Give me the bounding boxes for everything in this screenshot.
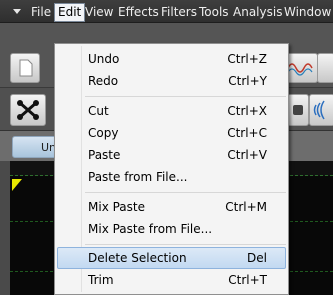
menu-view[interactable]: View (85, 4, 113, 20)
menu-item-shortcut: Ctrl+V (227, 148, 267, 162)
menu-item-shortcut: Ctrl+C (227, 126, 267, 140)
menu-separator (85, 192, 286, 193)
crossfade-icon (17, 100, 39, 120)
menu-item-cut[interactable]: Cut Ctrl+X (57, 100, 286, 122)
waveform-icon (287, 63, 313, 76)
menu-item-trim[interactable]: Trim Ctrl+T (57, 269, 286, 291)
hand-tool-button[interactable] (287, 94, 309, 126)
menu-bar: File Edit View Effects Filters Tools Ana… (0, 0, 333, 23)
menu-item-label: Redo (88, 74, 119, 88)
menu-item-label: Undo (88, 52, 120, 66)
menu-item-shortcut: Del (247, 251, 267, 265)
menu-item-shortcut: Ctrl+X (227, 104, 267, 118)
menu-item-label: Mix Paste from File... (88, 222, 213, 236)
menu-item-paste-from-file[interactable]: Paste from File... (57, 166, 286, 188)
hand-icon (293, 105, 303, 115)
playhead-marker[interactable] (12, 179, 22, 191)
menu-item-shortcut: Ctrl+M (225, 200, 267, 214)
menu-separator (85, 96, 286, 97)
menu-item-shortcut: Ctrl+Y (228, 74, 267, 88)
tab-untitled[interactable]: Un (12, 136, 60, 158)
toolbar-button-extra[interactable] (317, 53, 333, 83)
menu-item-copy[interactable]: Copy Ctrl+C (57, 122, 286, 144)
menu-tools[interactable]: Tools (199, 4, 229, 20)
menu-item-label: Copy (88, 126, 119, 140)
menu-separator (85, 244, 286, 245)
menu-item-redo[interactable]: Redo Ctrl+Y (57, 70, 286, 92)
menu-item-mix-paste-from-file[interactable]: Mix Paste from File... (57, 218, 286, 240)
menu-item-mix-paste[interactable]: Mix Paste Ctrl+M (57, 196, 286, 218)
menu-arrow-icon[interactable] (13, 9, 21, 14)
menu-analysis[interactable]: Analysis (233, 4, 282, 20)
new-file-button[interactable] (10, 53, 40, 83)
menu-edit[interactable]: Edit (54, 3, 86, 22)
sound-wave-icon (313, 100, 325, 120)
menu-filters[interactable]: Filters (161, 4, 197, 20)
edit-menu-dropdown: Undo Ctrl+Z Redo Ctrl+Y Cut Ctrl+X Copy … (54, 43, 289, 295)
menu-item-label: Mix Paste (88, 200, 145, 214)
menu-item-label: Cut (88, 104, 109, 118)
menu-item-label: Paste (88, 148, 121, 162)
waveform-button[interactable] (284, 53, 318, 83)
menu-window[interactable]: Window (284, 4, 331, 20)
menu-item-paste[interactable]: Paste Ctrl+V (57, 144, 286, 166)
menu-item-delete-selection[interactable]: Delete Selection Del (57, 247, 286, 269)
menu-item-label: Delete Selection (88, 251, 187, 265)
new-file-icon (19, 59, 33, 77)
menu-item-label: Paste from File... (88, 170, 188, 184)
crossfade-button[interactable] (10, 94, 46, 126)
menu-item-undo[interactable]: Undo Ctrl+Z (57, 48, 286, 70)
sound-wave-button[interactable] (309, 94, 333, 126)
menu-file[interactable]: File (31, 4, 51, 20)
menu-item-shortcut: Ctrl+T (228, 273, 267, 287)
menu-item-shortcut: Ctrl+Z (227, 52, 267, 66)
waveform-left-edge (0, 161, 10, 295)
menu-effects[interactable]: Effects (118, 4, 159, 20)
menu-item-label: Trim (88, 273, 114, 287)
